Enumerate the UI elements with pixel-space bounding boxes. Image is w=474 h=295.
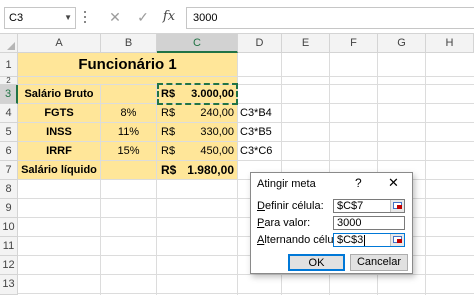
definir-celula-input[interactable]: $C$7 xyxy=(333,199,405,213)
alternando-celula-input[interactable]: $C$3 xyxy=(333,233,405,247)
salario-bruto-value: 3.000,00 xyxy=(191,88,234,100)
para-valor-label: Para valor: xyxy=(257,217,311,229)
fgts-value: 240,00 xyxy=(200,107,234,119)
row-header-1[interactable]: 1 xyxy=(0,53,18,77)
salario-bruto-label[interactable]: Salário Bruto xyxy=(18,85,101,104)
alternando-celula-value: $C$3 xyxy=(337,234,364,246)
function-icon: fx xyxy=(162,9,176,24)
insert-function-button[interactable]: fx xyxy=(158,6,180,28)
row-header-2[interactable]: 2 xyxy=(0,77,18,85)
row-header-6[interactable]: 6 xyxy=(0,142,18,161)
name-box-value: C3 xyxy=(9,12,24,24)
currency-symbol: R$ xyxy=(161,107,176,119)
currency-symbol: R$ xyxy=(161,126,176,138)
row-header-11[interactable]: 11 xyxy=(0,237,18,256)
help-icon[interactable]: ? xyxy=(355,176,362,190)
cell-b7[interactable] xyxy=(101,161,157,180)
irrf-value-cell[interactable]: R$ 450,00 xyxy=(157,142,238,161)
row-header-8[interactable]: 8 xyxy=(0,180,18,199)
column-header-b[interactable]: B xyxy=(101,34,157,53)
close-icon[interactable]: ✕ xyxy=(388,175,399,191)
currency-symbol: R$ xyxy=(161,88,176,100)
cancel-button[interactable]: Cancelar xyxy=(350,254,408,271)
column-header-c[interactable]: C xyxy=(157,34,238,53)
salario-liquido-label[interactable]: Salário líquido xyxy=(18,161,101,180)
range-selector-icon[interactable] xyxy=(390,200,404,212)
row-header-4[interactable]: 4 xyxy=(0,104,18,123)
inss-note[interactable]: C3*B5 xyxy=(238,123,282,142)
alternando-celula-label: Alternando célula: xyxy=(257,234,346,246)
column-header-f[interactable]: F xyxy=(330,34,378,53)
inss-pct[interactable]: 11% xyxy=(101,123,157,142)
definir-celula-label: Definir célula: xyxy=(257,200,324,212)
row-header-13[interactable]: 13 xyxy=(0,275,18,295)
spacer-row[interactable] xyxy=(18,77,238,85)
irrf-note[interactable]: C3*C6 xyxy=(238,142,282,161)
fgts-note[interactable]: C3*B4 xyxy=(238,104,282,123)
check-icon: ✓ xyxy=(137,9,149,25)
column-header-e[interactable]: E xyxy=(282,34,330,53)
fgts-pct[interactable]: 8% xyxy=(101,104,157,123)
para-valor-input[interactable]: 3000 xyxy=(333,216,405,230)
inss-value: 330,00 xyxy=(200,126,234,138)
fgts-label[interactable]: FGTS xyxy=(18,104,101,123)
goal-seek-dialog: Atingir meta ? ✕ Definir célula: $C$7 Pa… xyxy=(250,172,413,274)
chevron-down-icon[interactable]: ▼ xyxy=(64,13,72,22)
definir-celula-value: $C$7 xyxy=(337,200,364,212)
enter-button[interactable]: ✓ xyxy=(132,6,154,28)
row-header-9[interactable]: 9 xyxy=(0,199,18,218)
range-selector-icon[interactable] xyxy=(390,234,404,246)
dialog-title: Atingir meta xyxy=(257,178,316,190)
name-box[interactable]: C3 ▼ xyxy=(4,7,76,29)
formula-text: 3000 xyxy=(193,12,218,24)
inss-label[interactable]: INSS xyxy=(18,123,101,142)
row-header-7[interactable]: 7 xyxy=(0,161,18,180)
salario-liquido-value-cell[interactable]: R$ 1.980,00 xyxy=(157,161,238,180)
sheet-title-cell[interactable]: Funcionário 1 xyxy=(18,53,238,77)
irrf-value: 450,00 xyxy=(200,145,234,157)
irrf-label[interactable]: IRRF xyxy=(18,142,101,161)
drag-handle-icon[interactable] xyxy=(84,11,87,25)
irrf-pct[interactable]: 15% xyxy=(101,142,157,161)
column-header-h[interactable]: H xyxy=(426,34,474,53)
salario-bruto-value-cell[interactable]: R$ 3.000,00 xyxy=(157,85,238,104)
row-header-12[interactable]: 12 xyxy=(0,256,18,275)
cancel-entry-button[interactable]: ✕ xyxy=(104,6,126,28)
formula-bar: C3 ▼ ✕ ✓ fx 3000 xyxy=(0,0,474,34)
column-header-g[interactable]: G xyxy=(378,34,426,53)
fgts-value-cell[interactable]: R$ 240,00 xyxy=(157,104,238,123)
para-valor-value: 3000 xyxy=(337,217,362,229)
row-header-10[interactable]: 10 xyxy=(0,218,18,237)
inss-value-cell[interactable]: R$ 330,00 xyxy=(157,123,238,142)
currency-symbol: R$ xyxy=(161,145,176,157)
column-header-d[interactable]: D xyxy=(238,34,282,53)
column-header-a[interactable]: A xyxy=(18,34,101,53)
close-icon: ✕ xyxy=(109,9,121,25)
row-header-3[interactable]: 3 xyxy=(0,85,18,104)
select-all-button[interactable] xyxy=(0,34,18,53)
ok-button[interactable]: OK xyxy=(288,254,345,271)
text-caret xyxy=(364,234,366,246)
currency-symbol: R$ xyxy=(161,163,177,177)
cell-b3[interactable] xyxy=(101,85,157,104)
row-header-5[interactable]: 5 xyxy=(0,123,18,142)
salario-liquido-value: 1.980,00 xyxy=(187,163,234,177)
formula-input[interactable]: 3000 xyxy=(186,7,474,29)
